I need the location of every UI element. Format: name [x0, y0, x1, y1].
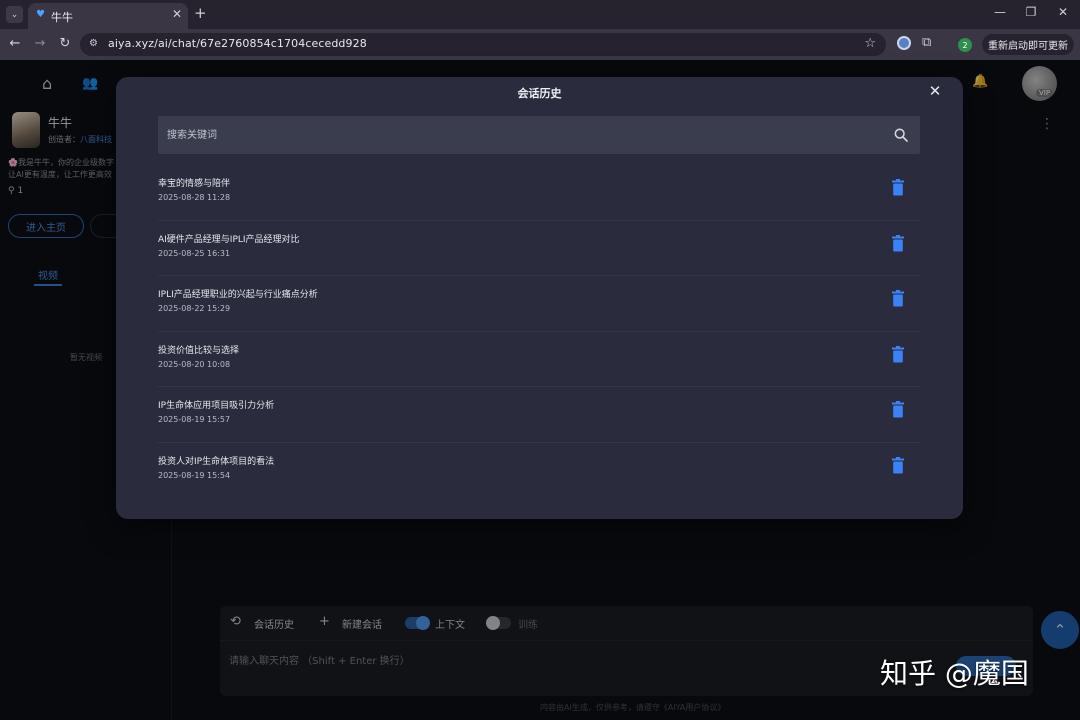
close-icon[interactable]: ✕	[928, 82, 942, 100]
history-list: 幸宝的情感与陪伴 2025-08-28 11:28 AI硬件产品经理与IPLI产品经…	[158, 165, 920, 498]
trash-icon[interactable]	[891, 179, 905, 196]
history-item-title: IP生命体应用项目吸引力分析	[158, 401, 275, 411]
history-item-title: AI硬件产品经理与IPLI产品经理对比	[158, 234, 300, 245]
history-item[interactable]: 投资人对IP生命体项目的看法 2025-08-19 15:54	[158, 443, 920, 499]
watermark: 知乎 @魔国	[880, 657, 1029, 690]
heart-icon: ♥	[36, 9, 45, 20]
close-icon[interactable]: ✕	[172, 7, 182, 21]
tab-title: 牛牛	[51, 11, 73, 24]
chevron-down-icon: ⌄	[10, 9, 19, 20]
tab-search-button[interactable]: ⌄	[6, 6, 23, 23]
history-item[interactable]: 幸宝的情感与陪伴 2025-08-28 11:28	[158, 165, 920, 221]
reload-icon[interactable]: ↻	[58, 36, 72, 51]
window-close-icon[interactable]: ✕	[1056, 5, 1070, 19]
new-tab-button[interactable]: +	[194, 4, 207, 22]
history-item-title: IPLI产品经理职业的兴起与行业痛点分析	[158, 290, 318, 300]
modal-title: 会话历史	[517, 87, 562, 100]
history-item-title: 投资价值比较与选择	[158, 345, 240, 356]
update-button[interactable]: 重新启动即可更新	[982, 34, 1074, 55]
history-item[interactable]: IPLI产品经理职业的兴起与行业痛点分析 2025-08-22 15:29	[158, 276, 920, 332]
history-item[interactable]: AI硬件产品经理与IPLI产品经理对比 2025-08-25 16:31	[158, 221, 920, 276]
history-item-time: 2025-08-19 15:57	[158, 415, 231, 424]
history-item[interactable]: 投资价值比较与选择 2025-08-20 10:08	[158, 332, 920, 387]
history-item-time: 2025-08-19 15:54	[158, 470, 231, 480]
puzzle-icon[interactable]: ⧉	[922, 35, 936, 50]
search-input[interactable]	[158, 116, 888, 154]
trash-icon[interactable]	[891, 290, 905, 307]
profile-badge[interactable]: 2	[958, 38, 972, 52]
search-icon[interactable]	[893, 127, 909, 143]
url-text[interactable]: aiya.xyz/ai/chat/67e2760854c1704cecedd92…	[108, 37, 367, 50]
history-item-time: 2025-08-20 10:08	[158, 359, 231, 369]
history-item-time: 2025-08-25 16:31	[158, 248, 231, 258]
search-box	[158, 116, 920, 154]
trash-icon[interactable]	[891, 345, 905, 363]
restore-icon[interactable]: ❐	[1024, 5, 1038, 19]
history-item-title: 幸宝的情感与陪伴	[158, 179, 231, 189]
trash-icon[interactable]	[891, 401, 905, 418]
history-item-time: 2025-08-28 11:28	[158, 193, 231, 202]
history-item-title: 投资人对IP生命体项目的看法	[158, 456, 275, 467]
minimize-icon[interactable]: —	[993, 5, 1007, 19]
trash-icon[interactable]	[891, 456, 905, 474]
address-bar[interactable]: ⚙ aiya.xyz/ai/chat/67e2760854c1704cecedd…	[80, 33, 886, 56]
browser-tab-strip: ⌄ ♥ 牛牛 ✕ + — ❐ ✕	[0, 0, 1080, 29]
arrow-left-icon[interactable]: ←	[8, 36, 22, 51]
history-modal: 会话历史 ✕ 幸宝的情感与陪伴 2025-08-28 11:28 AI硬件产品经理与…	[116, 77, 963, 519]
browser-tab[interactable]: ♥ 牛牛 ✕	[28, 3, 188, 29]
extension-icon[interactable]	[897, 36, 911, 50]
trash-icon[interactable]	[891, 234, 905, 252]
history-item[interactable]: IP生命体应用项目吸引力分析 2025-08-19 15:57	[158, 387, 920, 443]
star-icon[interactable]: ☆	[864, 36, 876, 51]
history-item-time: 2025-08-22 15:29	[158, 304, 231, 313]
site-info-icon[interactable]: ⚙	[89, 38, 98, 49]
browser-toolbar: ← → ↻ ⚙ aiya.xyz/ai/chat/67e2760854c1704…	[0, 29, 1080, 60]
arrow-right-icon[interactable]: →	[33, 36, 47, 51]
